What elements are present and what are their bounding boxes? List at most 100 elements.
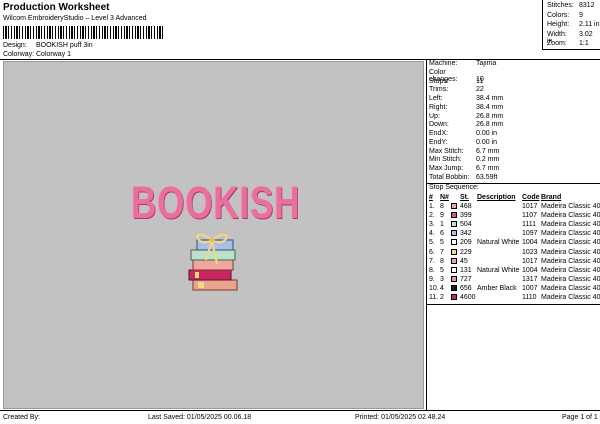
- stop-num: 4.: [429, 230, 435, 238]
- info-value: 38.4 mm: [476, 95, 504, 102]
- stop-needle: 5: [440, 239, 444, 247]
- stop-num: 3.: [429, 221, 435, 229]
- panel-divider: [427, 183, 600, 184]
- stop-needle: 8: [440, 203, 444, 210]
- stop-code: 1017: [522, 257, 538, 265]
- stop-num: 5.: [429, 239, 435, 247]
- stat-label: Width:: [547, 30, 567, 38]
- stop-needle: 5: [440, 266, 444, 274]
- stat-label: Zoom:: [547, 40, 567, 47]
- stop-code: 1097: [522, 230, 538, 238]
- stop-stitches: 468: [460, 203, 472, 210]
- stat-value: 2.11 in: [579, 21, 600, 28]
- info-label: Max Jump:: [429, 165, 464, 172]
- page-number: Page 1 of 1: [562, 414, 598, 421]
- col-needle: N#: [440, 194, 449, 201]
- info-label: Down:: [429, 121, 449, 129]
- stop-code: 1004: [522, 239, 538, 247]
- info-label: Right:: [429, 103, 448, 111]
- info-label: EndX:: [429, 130, 449, 137]
- stat-row: Stitches: 8312: [547, 2, 595, 9]
- machine-info-row: EndY: 0.00 in: [429, 139, 497, 146]
- stop-row: 11. 2 4600 1110 Madeira Classic 40: [429, 294, 600, 303]
- stop-stitches: 504: [460, 221, 472, 229]
- info-value: 63.59ft: [476, 173, 498, 181]
- machine-info-row: Trims: 22: [429, 86, 484, 93]
- stop-brand: Madeira Classic 40: [541, 203, 600, 210]
- info-label: Stops:: [429, 77, 449, 85]
- stop-needle: 4: [440, 284, 444, 292]
- panel-divider: [427, 304, 600, 305]
- info-value: 6.7 mm: [476, 147, 500, 155]
- stop-row: 8. 5 131 Natural White 1004 Madeira Classic 4…: [429, 266, 600, 276]
- thread-color-swatch: [451, 248, 457, 255]
- stop-brand: Madeira Classic 40: [541, 284, 600, 292]
- info-label: Left:: [429, 95, 443, 102]
- stop-brand: Madeira Classic 40: [541, 221, 600, 229]
- stop-row: 1. 8 468 1017 Madeira Classic 40: [429, 203, 600, 212]
- col-stitches: St.: [460, 194, 469, 201]
- stat-label: Stitches:: [547, 2, 574, 9]
- design-label: Design:: [3, 42, 27, 49]
- stop-brand: Madeira Classic 40: [541, 266, 600, 274]
- stop-description: Natural White: [477, 266, 520, 274]
- stat-value: 9: [579, 11, 583, 19]
- info-value: 0.2 mm: [476, 156, 500, 164]
- stop-code: 1110: [522, 294, 537, 301]
- stop-brand: Madeira Classic 40: [541, 248, 600, 256]
- machine-info-row: Min Stitch: 0.2 mm: [429, 156, 499, 163]
- colorway-row: Colorway: Colorway 1: [3, 51, 71, 58]
- stop-description: Amber Black: [477, 284, 517, 292]
- stop-description: Natural White: [477, 239, 520, 247]
- info-value: 6.7 mm: [476, 165, 500, 172]
- machine-info-row: Right: 38.4 mm: [429, 104, 503, 111]
- info-value: 26.8 mm: [476, 112, 504, 120]
- stop-sequence-header: # N# St. Description Code Brand: [429, 194, 600, 203]
- stat-value: 8312: [579, 2, 595, 9]
- stop-num: 9.: [429, 275, 435, 283]
- stop-code: 1107: [522, 212, 538, 220]
- info-label: Max Stitch:: [429, 147, 464, 155]
- stop-stitches: 727: [460, 275, 472, 283]
- thread-color-swatch: [451, 221, 457, 228]
- stop-needle: 2: [440, 294, 444, 301]
- stat-row: Height: 2.11 in: [547, 21, 600, 28]
- thread-color-swatch: [451, 257, 457, 264]
- stop-needle: 7: [440, 248, 444, 256]
- info-value: 0.00 in: [476, 130, 498, 137]
- col-code: Code: [522, 194, 540, 201]
- info-label: Total Bobbin:: [429, 173, 470, 181]
- worksheet-title: Production Worksheet: [3, 2, 110, 13]
- stop-stitches: 131: [460, 266, 472, 274]
- stop-num: 10.: [429, 284, 439, 292]
- stat-value: 1:1: [579, 40, 589, 47]
- stop-needle: 6: [440, 230, 444, 238]
- stop-row: 9. 3 727 1317 Madeira Classic 40: [429, 275, 600, 285]
- last-saved: Last Saved: 01/05/2025 00.06.18: [148, 414, 252, 421]
- stop-code: 1004: [522, 266, 538, 274]
- worksheet-footer: Created By: Last Saved: 01/05/2025 00.06…: [0, 410, 600, 424]
- stop-needle: 9: [440, 212, 444, 220]
- info-value: 22: [476, 86, 484, 94]
- stop-num: 6.: [429, 248, 435, 256]
- thread-color-swatch: [451, 294, 457, 300]
- design-value: BOOKISH puff 3in: [36, 42, 93, 49]
- stop-brand: Madeira Classic 40: [541, 230, 600, 238]
- stop-num: 8.: [429, 266, 435, 274]
- stop-stitches: 209: [460, 239, 472, 247]
- colorway-label: Colorway:: [3, 51, 35, 58]
- info-label: Machine:: [429, 60, 458, 67]
- info-label: Up:: [429, 112, 440, 120]
- stat-row: Zoom: 1:1: [547, 40, 589, 47]
- stop-stitches: 4600: [460, 294, 476, 301]
- book-stack-illustration-icon: [188, 233, 238, 291]
- stop-stitches: 229: [460, 248, 472, 256]
- stop-num: 1.: [429, 203, 435, 210]
- stop-needle: 3: [440, 275, 444, 283]
- stop-brand: Madeira Classic 40: [541, 257, 600, 265]
- colorway-value: Colorway 1: [36, 51, 72, 58]
- thread-color-swatch: [451, 275, 457, 282]
- stop-row: 4. 6 342 1097 Madeira Classic 40: [429, 230, 600, 239]
- stop-code: 1023: [522, 248, 538, 256]
- printed-date: Printed: 01/05/2025 02.48.24: [355, 414, 446, 421]
